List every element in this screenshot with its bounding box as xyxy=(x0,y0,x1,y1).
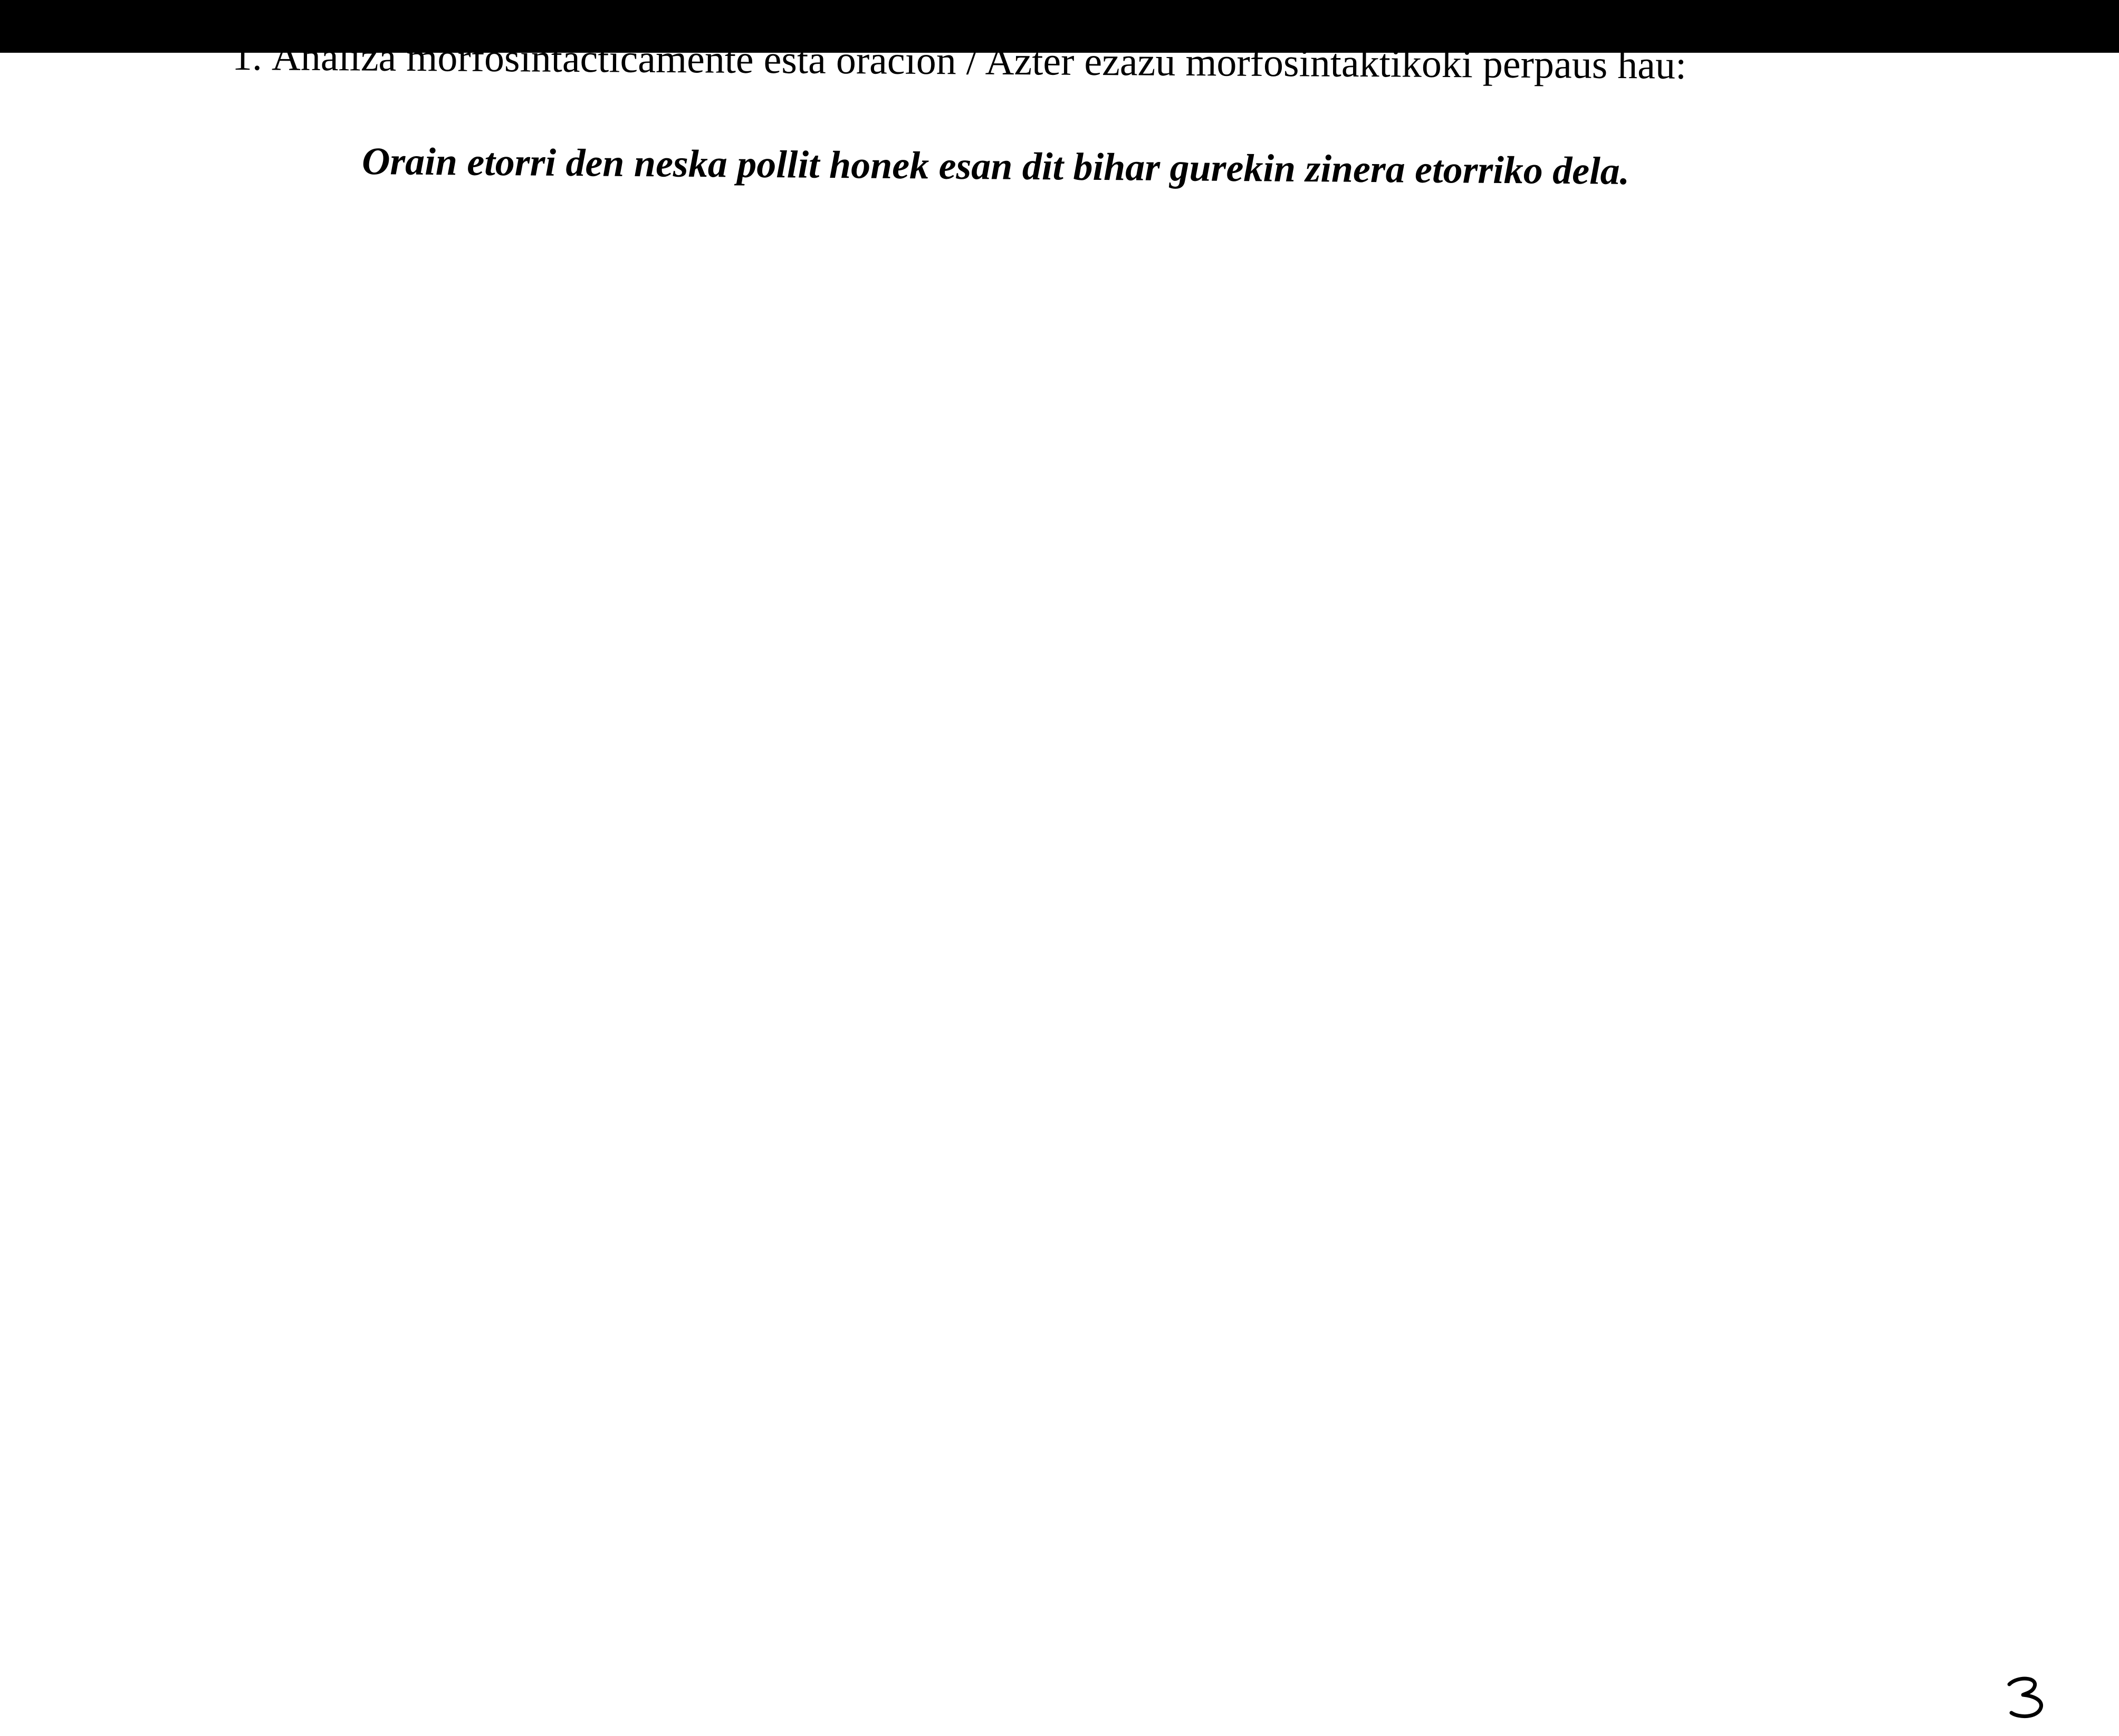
exam-question: 1. Analiza morfosintácticamente esta orac… xyxy=(232,33,1920,91)
blank-answer-space xyxy=(232,237,1920,1609)
question-number: 1. xyxy=(232,34,263,79)
page-number-glyph xyxy=(2007,1676,2043,1719)
handwritten-page-number xyxy=(2002,1674,2055,1721)
sentence-to-analyze: Orain etorri den neska pollit honek esan… xyxy=(361,140,1630,193)
question-text: Analiza morfosintácticamente esta oració… xyxy=(271,34,1687,88)
